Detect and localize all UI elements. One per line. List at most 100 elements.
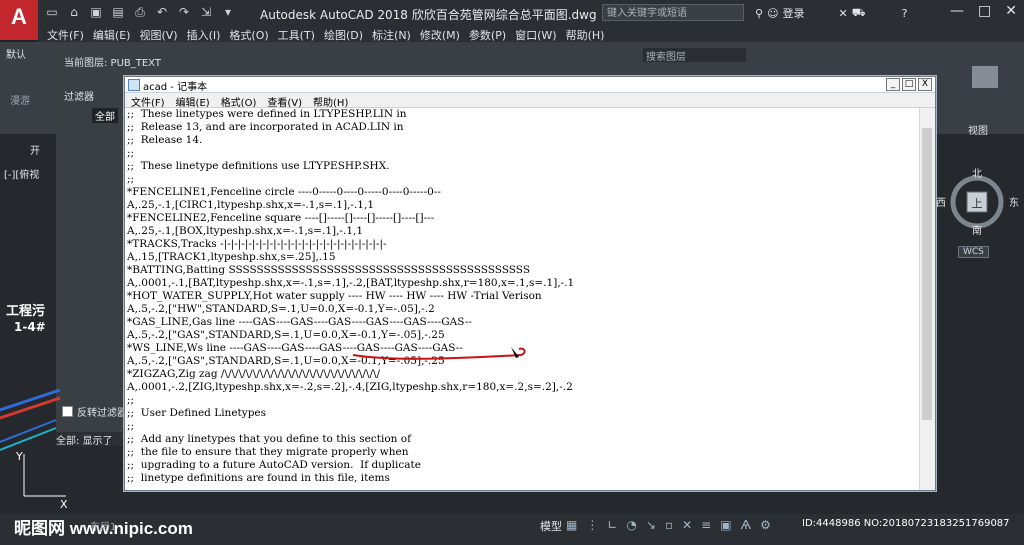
share-icon[interactable]: ⇲ [198, 4, 214, 20]
filter-label: 过滤器 [64, 92, 94, 103]
notepad-text-area[interactable]: ;; These linetypes were defined in LTYPE… [125, 108, 919, 490]
new-file-icon[interactable]: ▭ [44, 4, 60, 20]
print-icon[interactable]: ⎙ [132, 4, 148, 20]
osnap-icon[interactable]: ▫ [665, 518, 673, 532]
quick-access-toolbar: ▭ ⌂ ▣ ▤ ⎙ ↶ ↷ ⇲ ▾ [44, 4, 236, 20]
polar-icon[interactable]: ◔ [626, 518, 636, 532]
isodraft-icon[interactable]: ↘ [646, 518, 656, 532]
notepad-title-bar[interactable]: acad - 记事本 _ □ X [125, 77, 935, 93]
cart-icon[interactable]: ⛟ [852, 6, 866, 21]
login-label[interactable]: 登录 [783, 5, 805, 21]
search-layers-input[interactable]: 搜索图层 [643, 48, 746, 63]
notepad-menu-help[interactable]: 帮助(H) [307, 93, 353, 109]
notepad-menu-bar: 文件(F) 编辑(E) 格式(O) 查看(V) 帮助(H) [125, 93, 935, 109]
current-layer-label: 当前图层: PUB_TEXT [64, 58, 161, 69]
login-area[interactable]: ⚲ ☺ 登录 ✕ ⛟ ? [755, 5, 907, 21]
text-line: ;; upgrading to a future AutoCAD version… [127, 459, 421, 471]
workspace-icon[interactable]: ⚙ [760, 518, 771, 532]
compass-east: 东 [1009, 196, 1019, 209]
window-controls: — □ ✕ [950, 3, 1017, 19]
annotation-icon[interactable]: Ѧ [741, 518, 752, 532]
notepad-minimize-icon[interactable]: _ [886, 78, 900, 91]
menu-dimension[interactable]: 标注(N) [363, 26, 411, 42]
close-icon[interactable]: ✕ [1005, 3, 1017, 19]
open-file-icon[interactable]: ⌂ [66, 4, 82, 20]
open-tab[interactable]: 开 [30, 142, 40, 157]
customize-dropdown-icon[interactable]: ▾ [220, 4, 236, 20]
snap-icon[interactable]: ⋮ [586, 518, 598, 532]
notepad-window[interactable]: acad - 记事本 _ □ X 文件(F) 编辑(E) 格式(O) 查看(V)… [124, 76, 936, 491]
lineweight-icon[interactable]: ≡ [701, 518, 711, 532]
ribbon-right-panel [946, 42, 1024, 134]
drawing-text-1: 工程污 [6, 304, 46, 319]
notepad-menu-edit[interactable]: 编辑(E) [170, 93, 215, 109]
red-annotation-mark [352, 347, 526, 360]
minimize-icon[interactable]: — [950, 3, 964, 19]
save-as-icon[interactable]: ▤ [110, 4, 126, 20]
help-icon[interactable]: ? [902, 7, 908, 20]
view-panel-icon[interactable] [972, 66, 998, 88]
menu-insert[interactable]: 插入(I) [178, 26, 221, 42]
viewport-control-label[interactable]: [-][俯视 [4, 166, 39, 181]
menu-modify[interactable]: 修改(M) [411, 26, 460, 42]
text-line: ;; [127, 173, 135, 185]
compass-south: 南 [972, 224, 982, 237]
notepad-menu-file[interactable]: 文件(F) [125, 93, 170, 109]
ucs-icon: Y X [15, 450, 68, 510]
menu-window[interactable]: 窗口(W) [506, 26, 556, 42]
menu-view[interactable]: 视图(V) [130, 26, 177, 42]
wcs-dropdown[interactable]: WCS [958, 246, 989, 258]
compass-west: 西 [936, 198, 946, 209]
layout-tab[interactable]: 布局1 [90, 518, 116, 533]
view-panel-button[interactable]: 视图 [968, 122, 988, 137]
compass-center: 上 [972, 197, 983, 210]
transparency-icon[interactable]: ▣ [720, 518, 731, 532]
default-tab[interactable]: 默认 [6, 46, 26, 61]
menu-edit[interactable]: 编辑(E) [84, 26, 131, 42]
undo-icon[interactable]: ↶ [154, 4, 170, 20]
notepad-menu-view[interactable]: 查看(V) [261, 93, 307, 109]
exchange-icon[interactable]: ✕ [839, 7, 848, 20]
menu-draw[interactable]: 绘图(D) [315, 26, 363, 42]
text-line: *HOT_WATER_SUPPLY,Hot water supply ---- … [127, 290, 542, 302]
notepad-title: acad - 记事本 [143, 82, 208, 93]
tree-item-all[interactable]: 全部 [92, 108, 118, 123]
menu-format[interactable]: 格式(O) [220, 26, 268, 42]
ribbon-left-strip: 默认 漫游 [0, 42, 57, 132]
redo-icon[interactable]: ↷ [176, 4, 192, 20]
notepad-menu-format[interactable]: 格式(O) [215, 93, 262, 109]
grid-icon[interactable]: ▦ [566, 518, 577, 532]
search-input[interactable]: 键入关键字或短语 [602, 4, 744, 21]
otrack-icon[interactable]: ✕ [682, 518, 692, 532]
text-line: A,.25,-.1,[BOX,ltypeshp.shx,x=-.1,s=.1],… [127, 225, 364, 237]
text-line: A,.5,-.2,["HW",STANDARD,S=.1,U=0.0,X=-0.… [127, 303, 435, 315]
text-line: A,.15,[TRACK1,ltypeshp.shx,s=.25],.15 [127, 251, 336, 263]
menu-file[interactable]: 文件(F) [38, 26, 84, 42]
ortho-icon[interactable]: ∟ [607, 518, 617, 532]
text-line: ;; Release 14. [127, 134, 203, 146]
text-line: A,.0001,-.2,[ZIG,ltypeshp.shx,x=-.2,s=.2… [127, 381, 573, 393]
binoculars-icon[interactable]: ⚲ [755, 7, 763, 20]
user-icon: ☺ [767, 6, 779, 20]
scrollbar-thumb[interactable] [922, 128, 932, 420]
menu-tools[interactable]: 工具(T) [269, 26, 315, 42]
model-space-button[interactable]: 模型 [540, 518, 562, 534]
notepad-maximize-icon[interactable]: □ [902, 78, 916, 91]
text-line: *GAS_LINE,Gas line ----GAS----GAS----GAS… [127, 316, 472, 328]
text-line: *FENCELINE1,Fenceline circle ----0-----0… [127, 186, 441, 198]
text-line: ;; These linetypes were defined in LTYPE… [127, 108, 407, 120]
text-line: ;; Add any linetypes that you define to … [127, 433, 411, 445]
status-toolbar: ▦ ⋮ ∟ ◔ ↘ ▫ ✕ ≡ ▣ Ѧ ⚙ [566, 518, 771, 532]
text-line: *TRACKS,Tracks -|-|-|-|-|-|-|-|-|-|-|-|-… [127, 238, 387, 250]
notepad-close-icon[interactable]: X [918, 78, 932, 91]
text-line: ;; Release 13, and are incorporated in A… [127, 121, 404, 133]
menu-help[interactable]: 帮助(H) [557, 26, 605, 42]
viewcube-compass[interactable]: 上 北 南 东 西 [934, 168, 1020, 258]
save-icon[interactable]: ▣ [88, 4, 104, 20]
autocad-logo-button[interactable]: A [0, 0, 38, 40]
text-line: A,.25,-.1,[CIRC1,ltypeshp.shx,x=-.1,s=.1… [127, 199, 375, 211]
walk-label: 漫游 [10, 96, 30, 107]
notepad-scrollbar[interactable] [919, 108, 935, 490]
menu-parametric[interactable]: 参数(P) [460, 26, 506, 42]
maximize-icon[interactable]: □ [978, 3, 991, 19]
